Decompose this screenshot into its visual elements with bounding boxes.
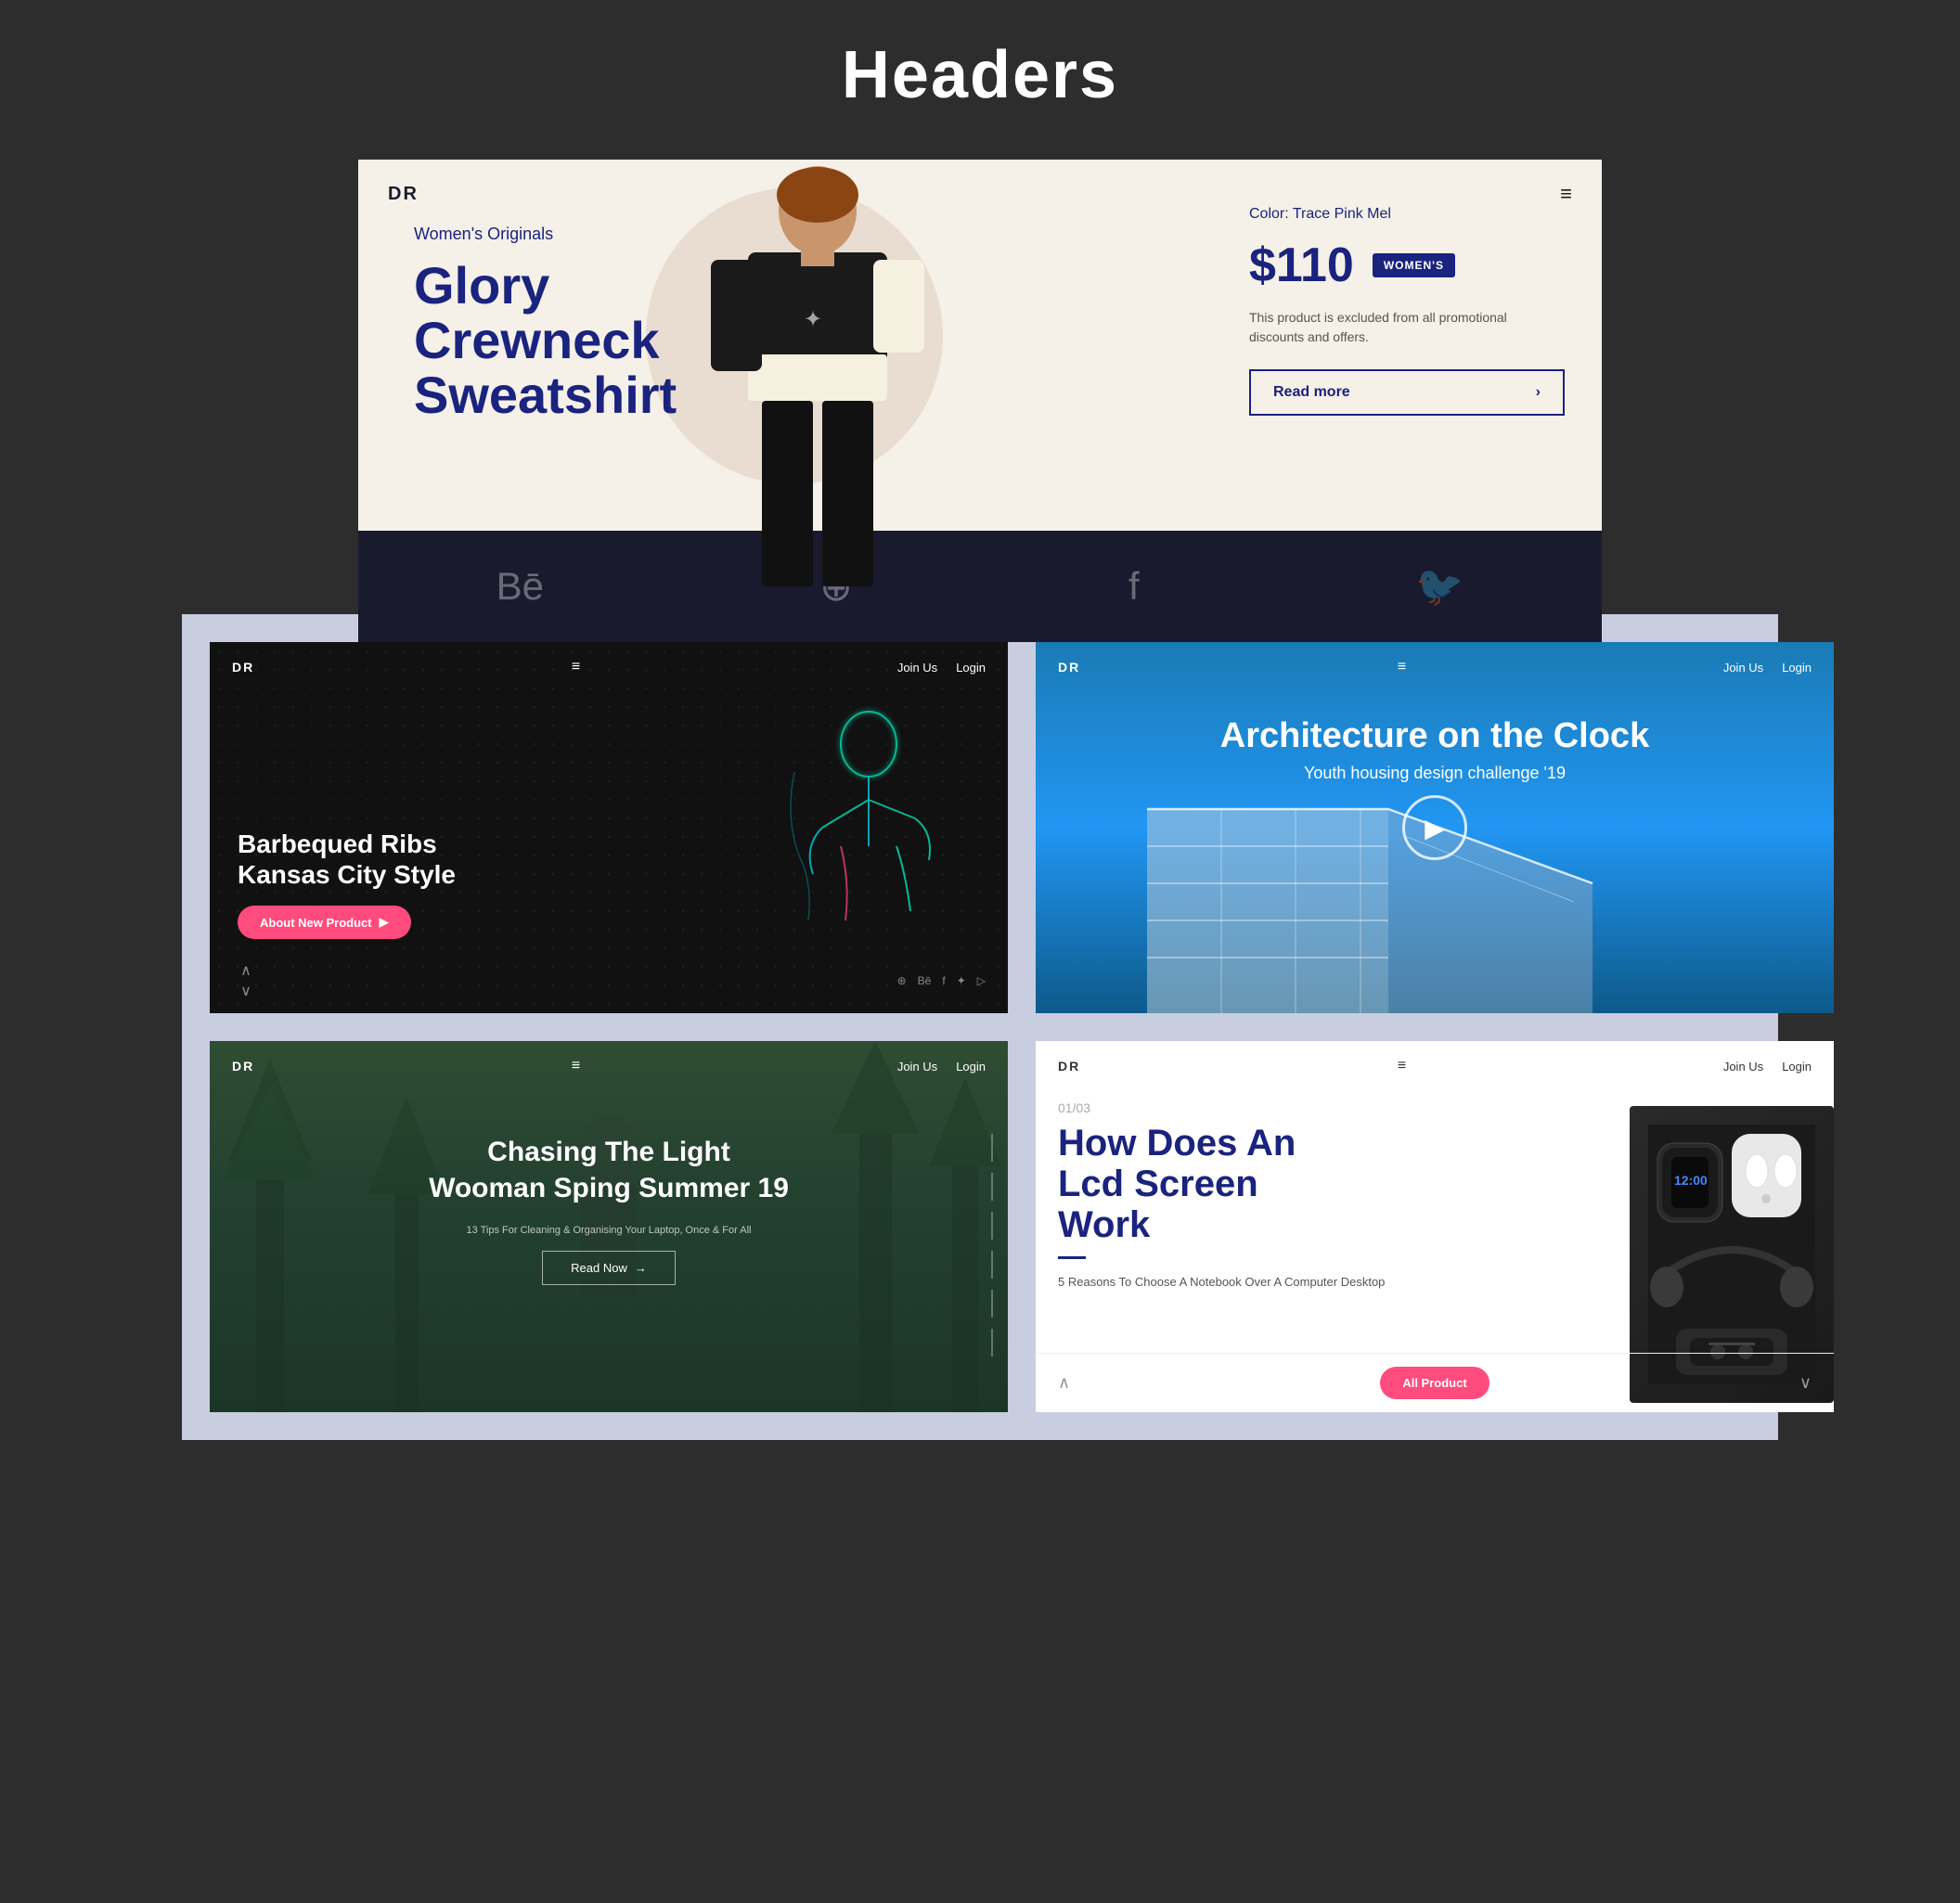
be-icon[interactable]: Bē: [918, 974, 932, 987]
card2-join[interactable]: Join Us: [897, 661, 937, 675]
card3-join[interactable]: Join Us: [1723, 661, 1763, 675]
product-price: $110: [1249, 238, 1354, 293]
product-disclaimer: This product is excluded from all promot…: [1249, 308, 1565, 347]
product-price-row: $110 WOMEN'S: [1249, 238, 1565, 293]
card2-logo: DR: [232, 660, 254, 675]
card5-nav-right: Join Us Login: [1723, 1060, 1812, 1074]
arch-subtitle: Youth housing design challenge '19: [1036, 764, 1834, 783]
card-architecture: DR ≡ Join Us Login Architecture on the C…: [1036, 642, 1834, 1013]
product-badge: WOMEN'S: [1373, 253, 1455, 277]
svg-text:✦: ✦: [804, 307, 822, 332]
read-more-label: Read more: [1273, 384, 1350, 401]
card1-footer: Bē ⊕ f 🐦: [358, 531, 1602, 642]
play-button[interactable]: ▶: [1402, 795, 1467, 860]
card2-socials: ⊛ Bē f ✦ ▷: [897, 974, 986, 987]
card2-nav-right: Join Us Login: [897, 661, 986, 675]
card5-nav: DR ≡ Join Us Login: [1036, 1041, 1834, 1091]
read-more-arrow: ›: [1536, 384, 1541, 401]
facebook-icon[interactable]: f: [1128, 564, 1140, 609]
model-image: ✦: [655, 160, 980, 605]
about-new-product-button[interactable]: About New Product ▶: [238, 906, 411, 939]
card5-join[interactable]: Join Us: [1723, 1060, 1763, 1074]
card1-content-right: Color: Trace Pink Mel $110 WOMEN'S This …: [1249, 206, 1565, 416]
card2-content: Barbequed Ribs Kansas City Style About N…: [238, 829, 456, 939]
card4-content: Chasing The Light Wooman Sping Summer 19…: [210, 1041, 1008, 1412]
card3-nav-right: Join Us Login: [1723, 661, 1812, 675]
card5-menu[interactable]: ≡: [1398, 1058, 1406, 1074]
card2-login[interactable]: Login: [956, 661, 986, 675]
scroll-lines: [991, 1134, 993, 1357]
tip-text: 13 Tips For Cleaning & Organising Your L…: [210, 1225, 1008, 1236]
page-title: Headers: [842, 37, 1118, 113]
twitter-icon[interactable]: 🐦: [1415, 564, 1464, 610]
about-btn-icon: ▶: [380, 915, 389, 930]
lcd-divider: [1058, 1256, 1086, 1259]
card3-content: Architecture on the Clock Youth housing …: [1036, 716, 1834, 783]
card3-login[interactable]: Login: [1782, 661, 1812, 675]
cards-grid: DR ≡ Join Us Login Barbequed Ribs Kansas…: [182, 614, 1778, 1440]
forest-title: Chasing The Light Wooman Sping Summer 19: [210, 1134, 1008, 1206]
card1-menu-icon[interactable]: ≡: [1560, 182, 1572, 206]
lcd-counter: 01/03: [1058, 1100, 1812, 1115]
card5-login[interactable]: Login: [1782, 1060, 1812, 1074]
read-now-label: Read Now: [571, 1261, 627, 1275]
forest-main-text: Chasing The Light Wooman Sping Summer 19…: [210, 1134, 1008, 1285]
card5-main-content: 01/03 How Does An Lcd Screen Work 5 Reas…: [1036, 1091, 1834, 1412]
card3-nav: DR ≡ Join Us Login: [1036, 642, 1834, 692]
insta-icon[interactable]: ⊛: [897, 974, 907, 987]
product-color: Color: Trace Pink Mel: [1249, 206, 1565, 223]
card-adidas: DR ≡ Women's Originals Glory Crewneck Sw…: [358, 160, 1602, 642]
card-chasing-light: DR ≡ Join Us Login Chasing The Light Woo…: [210, 1041, 1008, 1412]
behance-icon[interactable]: Bē: [496, 564, 544, 609]
card2-nav: DR ≡ Join Us Login: [210, 642, 1008, 692]
card2-title: Barbequed Ribs Kansas City Style: [238, 829, 456, 891]
neon-figure: [767, 698, 971, 939]
card-lcd: DR ≡ Join Us Login 12:00: [1036, 1041, 1834, 1412]
play-icon: ▶: [1425, 813, 1445, 843]
card-barbecue: DR ≡ Join Us Login Barbequed Ribs Kansas…: [210, 642, 1008, 1013]
card3-menu[interactable]: ≡: [1398, 659, 1406, 675]
card5-logo: DR: [1058, 1059, 1080, 1074]
card2-menu[interactable]: ≡: [572, 659, 580, 675]
tw-icon[interactable]: ✦: [957, 974, 966, 987]
lcd-title: How Does An Lcd Screen Work: [1058, 1123, 1812, 1245]
read-now-button[interactable]: Read Now →: [542, 1251, 676, 1285]
read-now-arrow: →: [635, 1261, 647, 1275]
arch-title: Architecture on the Clock: [1036, 716, 1834, 756]
read-more-button[interactable]: Read more ›: [1249, 369, 1565, 416]
scroll-up[interactable]: ∧: [232, 963, 260, 978]
lcd-sub: 5 Reasons To Choose A Notebook Over A Co…: [1058, 1274, 1812, 1291]
card3-logo: DR: [1058, 660, 1080, 675]
yt-icon[interactable]: ▷: [977, 974, 986, 987]
card2-footer: ∧ ∨ ⊛ Bē f ✦ ▷: [210, 948, 1008, 1013]
fb-icon[interactable]: f: [942, 974, 945, 987]
scroll-down[interactable]: ∨: [232, 984, 260, 998]
about-btn-label: About New Product: [260, 916, 372, 930]
